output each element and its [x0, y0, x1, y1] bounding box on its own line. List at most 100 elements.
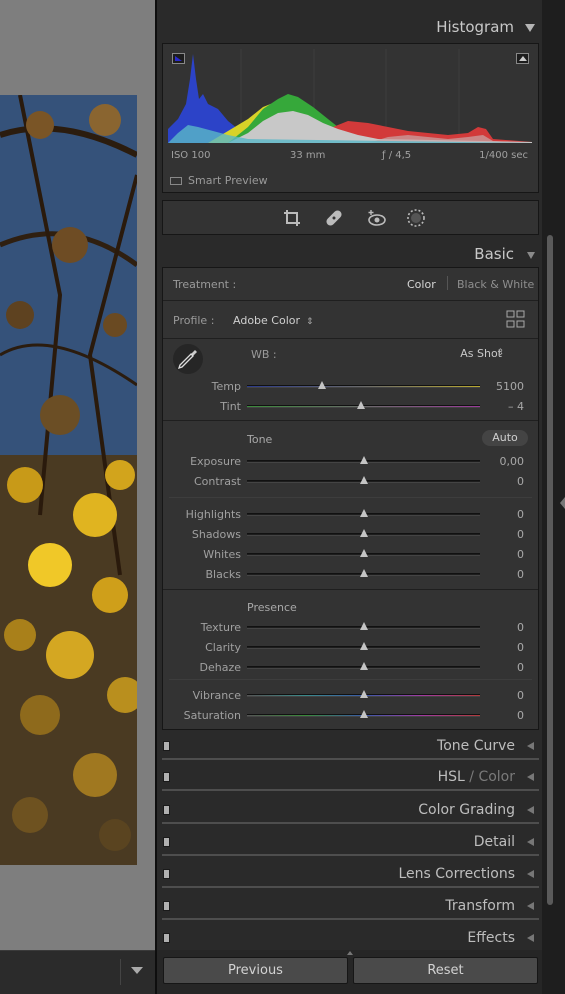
color-label[interactable]: Color: [478, 769, 515, 785]
photo-preview[interactable]: [0, 95, 137, 865]
dehaze-value[interactable]: 0: [517, 661, 524, 674]
collapse-arrow-icon: [527, 742, 534, 750]
saturation-label: Saturation: [183, 709, 241, 722]
smart-preview-label: Smart Preview: [188, 174, 268, 187]
highlights-value[interactable]: 0: [517, 508, 524, 521]
blacks-label: Blacks: [205, 568, 242, 581]
profile-label: Profile :: [173, 314, 215, 327]
image-canvas[interactable]: [0, 0, 155, 950]
collapse-arrow-icon: [527, 838, 534, 846]
eyedropper-icon[interactable]: [173, 344, 203, 374]
resize-grip-icon[interactable]: [347, 951, 353, 955]
collapse-arrow-icon: [527, 773, 534, 781]
scrollbar-thumb[interactable]: [547, 235, 553, 905]
row-separator: [163, 589, 538, 590]
panel-toggle[interactable]: [163, 869, 170, 879]
panel-toggle[interactable]: [163, 741, 170, 751]
collapse-arrow-icon: [527, 934, 534, 942]
reset-button[interactable]: Reset: [353, 957, 538, 984]
panel-toggle[interactable]: [163, 901, 170, 911]
histogram-title: Histogram: [436, 18, 514, 36]
hsl-label[interactable]: HSL: [438, 769, 465, 785]
exposure-label: Exposure: [190, 455, 241, 468]
blacks-thumb[interactable]: [359, 569, 368, 577]
develop-right-panel: Histogram ISO 100 33 mm ƒ / 4,5 1/400 se…: [157, 0, 542, 994]
tint-value[interactable]: – 4: [508, 400, 524, 413]
hsl-panel[interactable]: HSL / Color: [162, 765, 539, 791]
vibrance-label: Vibrance: [192, 689, 241, 702]
collapse-triangle-icon[interactable]: [527, 252, 535, 259]
transform-panel[interactable]: Transform: [162, 894, 539, 920]
lens-corrections-panel[interactable]: Lens Corrections: [162, 862, 539, 888]
dehaze-thumb[interactable]: [359, 662, 368, 670]
basic-header[interactable]: Basic: [157, 240, 542, 266]
panel-separator: [162, 789, 539, 791]
smart-preview-status[interactable]: Smart Preview: [170, 174, 268, 187]
whites-thumb[interactable]: [359, 549, 368, 557]
panel-toggle[interactable]: [163, 837, 170, 847]
temp-value[interactable]: 5100: [496, 380, 524, 393]
crop-icon[interactable]: [282, 208, 302, 228]
photo-image: [0, 95, 137, 865]
collapse-triangle-icon[interactable]: [525, 24, 535, 32]
texture-value[interactable]: 0: [517, 621, 524, 634]
row-separator: [163, 300, 538, 301]
chevron-down-icon[interactable]: [131, 967, 143, 974]
temp-track: [247, 385, 480, 388]
hsl-title: HSL / Color: [438, 769, 515, 785]
row-separator: [163, 420, 538, 421]
auto-button[interactable]: Auto: [482, 430, 528, 446]
healing-icon[interactable]: [324, 208, 344, 228]
color-grading-panel[interactable]: Color Grading: [162, 798, 539, 824]
vibrance-value[interactable]: 0: [517, 689, 524, 702]
panel-separator: [162, 758, 539, 760]
tint-thumb[interactable]: [357, 401, 366, 409]
panel-toggle[interactable]: [163, 933, 170, 943]
texture-thumb[interactable]: [359, 622, 368, 630]
effects-panel[interactable]: Effects: [162, 926, 539, 952]
profile-browser-icon[interactable]: [506, 309, 526, 329]
treatment-color-option[interactable]: Color: [407, 278, 436, 291]
updown-icon: ⇕: [496, 348, 504, 358]
panel-separator: [162, 886, 539, 888]
exposure-value[interactable]: 0,00: [500, 455, 525, 468]
shadows-label: Shadows: [191, 528, 241, 541]
profile-select[interactable]: Adobe Color ⇕: [233, 314, 314, 327]
color-grading-title: Color Grading: [418, 802, 515, 818]
effects-title: Effects: [467, 930, 515, 946]
red-eye-icon[interactable]: [367, 208, 387, 228]
contrast-thumb[interactable]: [359, 476, 368, 484]
highlights-thumb[interactable]: [359, 509, 368, 517]
treatment-bw-option[interactable]: Black & White: [457, 278, 534, 291]
clarity-thumb[interactable]: [359, 642, 368, 650]
panel-toggle[interactable]: [163, 772, 170, 782]
presence-section-title: Presence: [247, 601, 297, 614]
histogram-header[interactable]: Histogram: [157, 12, 542, 42]
blacks-value[interactable]: 0: [517, 568, 524, 581]
whites-value[interactable]: 0: [517, 548, 524, 561]
shadows-value[interactable]: 0: [517, 528, 524, 541]
updown-icon: ⇕: [306, 317, 314, 327]
exif-focal-length: 33 mm: [290, 150, 326, 161]
previous-button[interactable]: Previous: [163, 957, 348, 984]
panel-toggle[interactable]: [163, 805, 170, 815]
temp-label: Temp: [211, 380, 241, 393]
tone-section-title: Tone: [247, 433, 273, 446]
detail-panel[interactable]: Detail: [162, 830, 539, 856]
profile-value: Adobe Color: [233, 314, 301, 327]
masking-icon[interactable]: [406, 208, 426, 228]
basic-title: Basic: [474, 245, 514, 263]
saturation-value[interactable]: 0: [517, 709, 524, 722]
hsl-separator: /: [464, 769, 479, 785]
clarity-value[interactable]: 0: [517, 641, 524, 654]
panel-edge-arrow-icon[interactable]: [560, 497, 565, 509]
histogram-panel[interactable]: ISO 100 33 mm ƒ / 4,5 1/400 sec Smart Pr…: [162, 43, 539, 193]
saturation-thumb[interactable]: [359, 710, 368, 718]
temp-thumb[interactable]: [317, 381, 326, 389]
shadows-thumb[interactable]: [359, 529, 368, 537]
contrast-value[interactable]: 0: [517, 475, 524, 488]
exposure-thumb[interactable]: [359, 456, 368, 464]
tone-curve-panel[interactable]: Tone Curve: [162, 734, 539, 760]
vibrance-thumb[interactable]: [359, 690, 368, 698]
row-separator: [169, 679, 532, 680]
